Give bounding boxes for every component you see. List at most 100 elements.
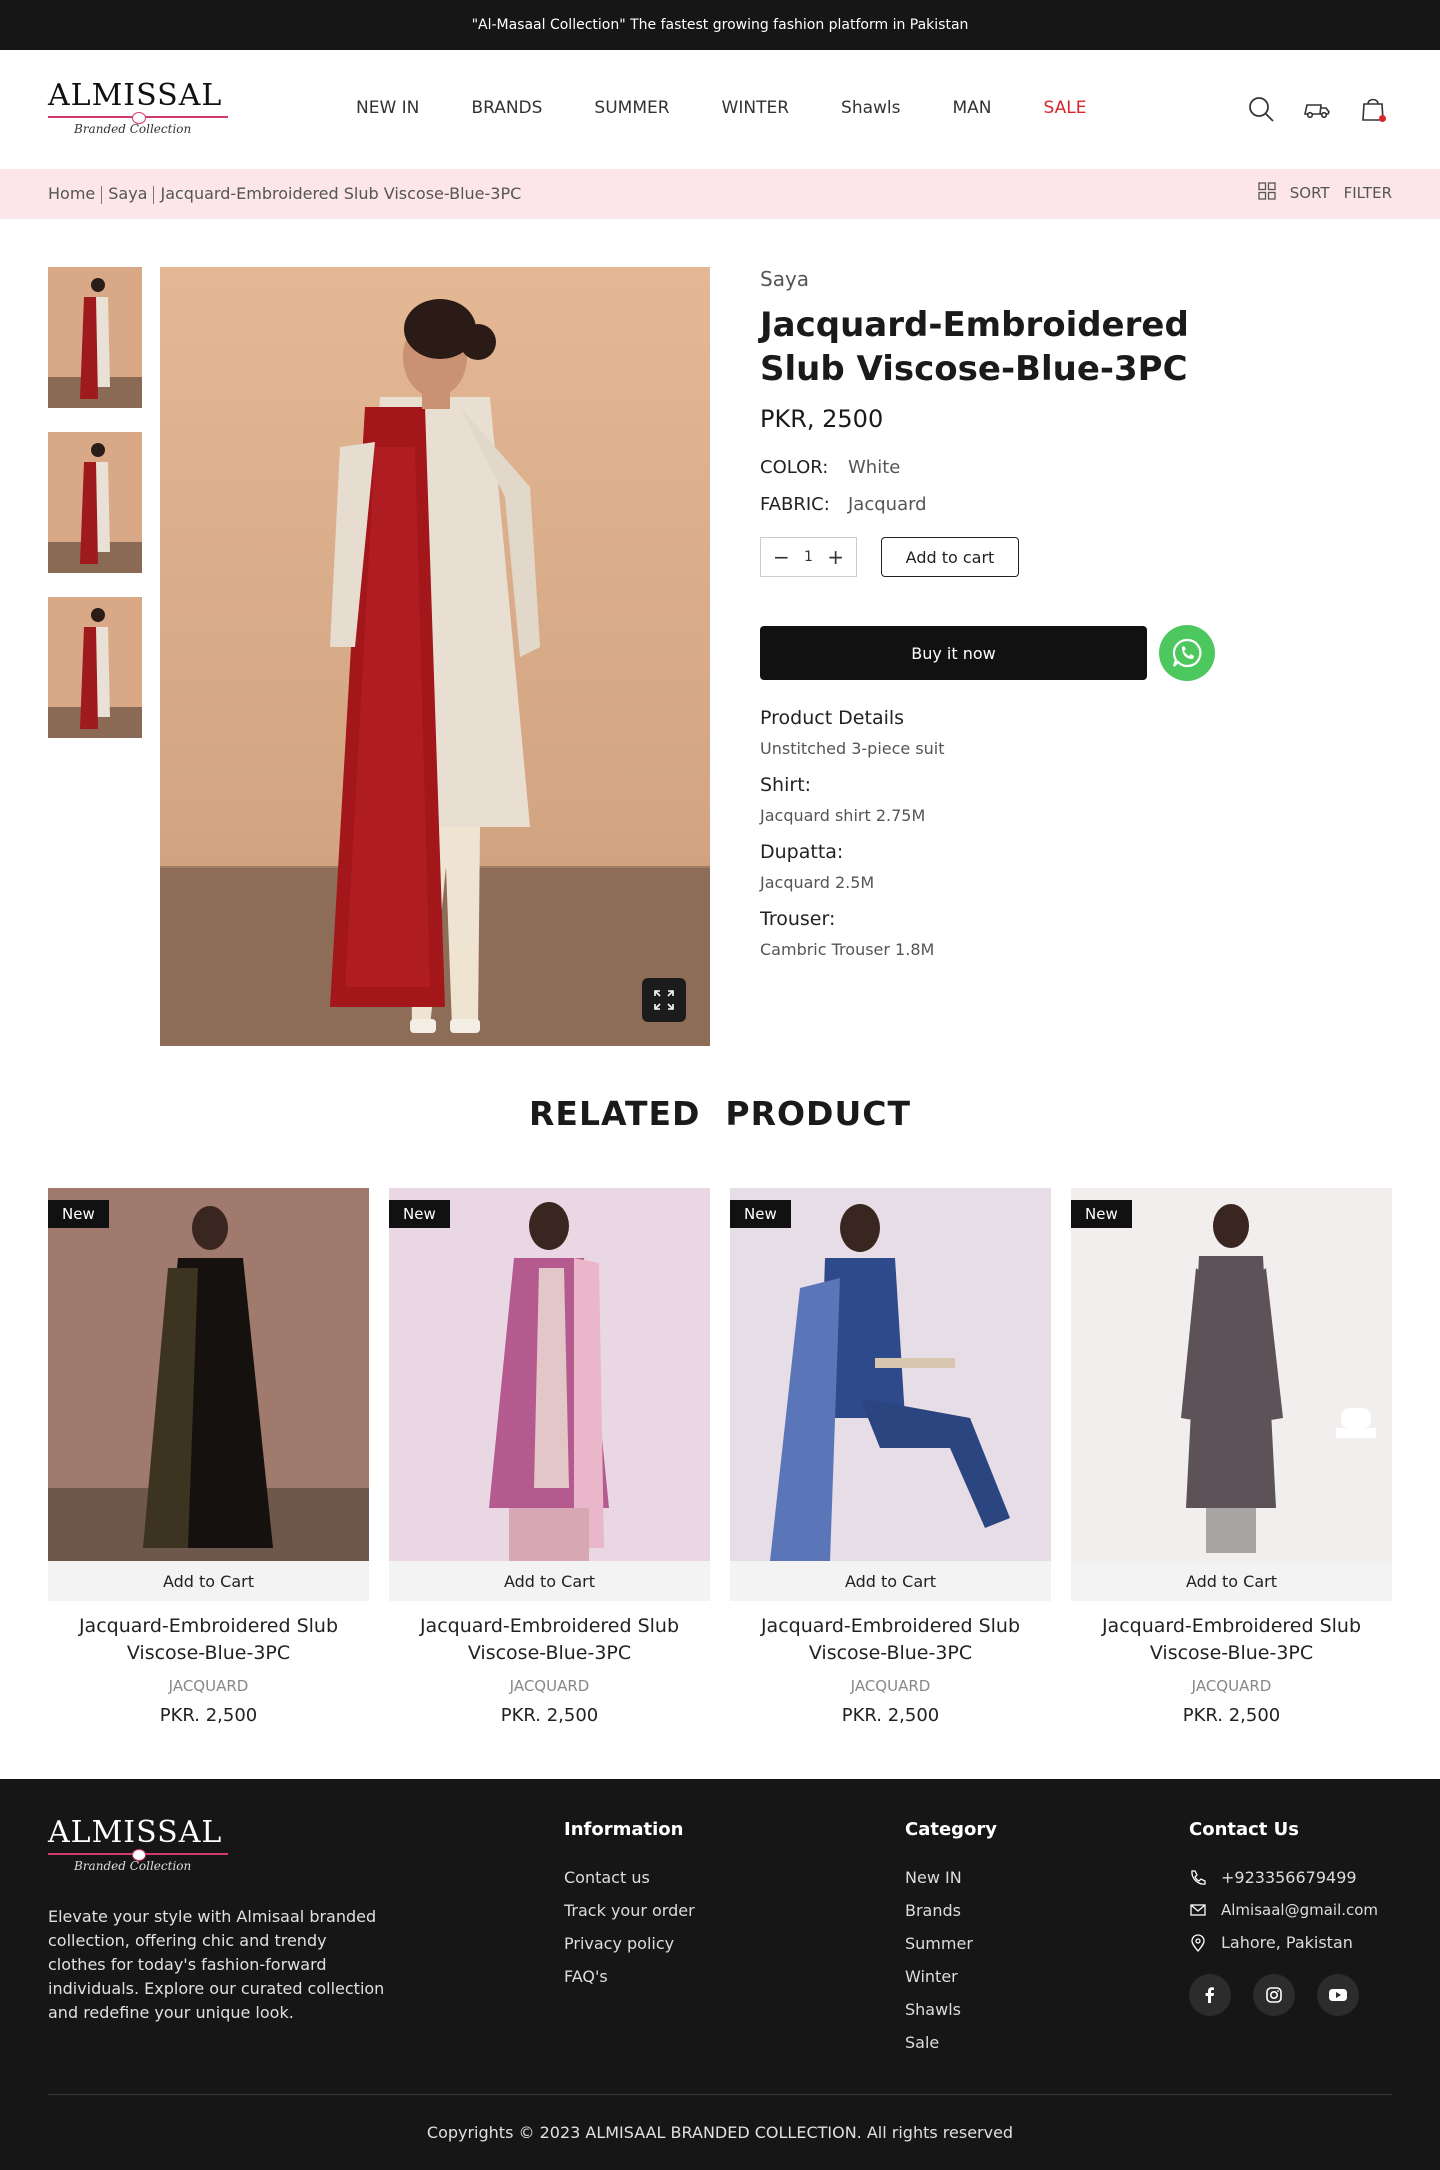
footer-information-column: Information Contact us Track your order …	[564, 1819, 695, 2000]
facebook-icon[interactable]	[1189, 1974, 1231, 2016]
fabric-attribute: FABRIC: Jacquard	[760, 494, 1320, 515]
whatsapp-icon	[1172, 638, 1202, 668]
nav-item-new-in[interactable]: NEW IN	[356, 98, 419, 118]
footer-link-privacy-policy[interactable]: Privacy policy	[564, 1934, 695, 1953]
card-product-name[interactable]: Jacquard-Embroidered Slub Viscose-Blue-3…	[48, 1613, 369, 1667]
new-badge: New	[730, 1200, 791, 1228]
trouser-value: Cambric Trouser 1.8M	[760, 940, 935, 959]
card-add-to-cart-button[interactable]: Add to Cart	[389, 1561, 710, 1601]
card-product-category: JACQUARD	[509, 1677, 590, 1695]
card-product-name[interactable]: Jacquard-Embroidered Slub Viscose-Blue-3…	[389, 1613, 710, 1667]
card-add-to-cart-button[interactable]: Add to Cart	[48, 1561, 369, 1601]
shopping-bag-icon[interactable]	[1358, 94, 1388, 124]
card-add-to-cart-button[interactable]: Add to Cart	[730, 1561, 1051, 1601]
breadcrumb-brand[interactable]: Saya	[108, 184, 147, 203]
card-add-to-cart-button[interactable]: Add to Cart	[1071, 1561, 1392, 1601]
footer-category-column: Category New IN Brands Summer Winter Sha…	[905, 1819, 997, 2066]
main-nav: NEW IN BRANDS SUMMER WINTER Shawls MAN S…	[356, 98, 1086, 118]
footer-divider	[48, 2094, 1392, 2095]
new-badge: New	[389, 1200, 450, 1228]
filter-button[interactable]: FILTER	[1344, 184, 1392, 202]
product-card[interactable]: New Add to Cart Jacquard-Embroidered Slu…	[48, 1188, 369, 1726]
card-product-category: JACQUARD	[168, 1677, 249, 1695]
new-badge: New	[48, 1200, 109, 1228]
footer-information-heading: Information	[564, 1819, 684, 1840]
social-links	[1189, 1974, 1378, 2016]
footer-phone[interactable]: +923356679499	[1189, 1868, 1378, 1887]
nav-item-sale[interactable]: SALE	[1044, 98, 1087, 118]
card-product-price: PKR. 2,500	[841, 1705, 940, 1726]
details-heading: Product Details	[760, 707, 905, 729]
footer-link-new-in[interactable]: New IN	[905, 1868, 997, 1887]
instagram-icon[interactable]	[1253, 1974, 1295, 2016]
shirt-heading: Shirt:	[760, 774, 812, 796]
trouser-heading: Trouser:	[760, 908, 836, 930]
footer-link-faqs[interactable]: FAQ's	[564, 1967, 695, 1986]
product-main-image[interactable]	[160, 267, 710, 1046]
footer-email[interactable]: Almisaal@gmail.com	[1189, 1901, 1378, 1919]
footer-location: Lahore, Pakistan	[1189, 1933, 1378, 1952]
sort-button[interactable]: SORT	[1290, 184, 1330, 202]
expand-image-button[interactable]	[642, 978, 686, 1022]
grid-view-icon[interactable]	[1258, 182, 1276, 204]
footer-logo[interactable]: ALMISSAL Branded Collection	[48, 1815, 238, 1873]
footer-location-text: Lahore, Pakistan	[1221, 1933, 1353, 1952]
footer-link-sale[interactable]: Sale	[905, 2033, 997, 2052]
footer-link-brands[interactable]: Brands	[905, 1901, 997, 1920]
footer-contact-column: Contact Us +923356679499 Almisaal@gmail.…	[1189, 1819, 1378, 2016]
product-card[interactable]: New Add to Cart Jacquard-Embroidered Slu…	[389, 1188, 710, 1726]
card-product-name[interactable]: Jacquard-Embroidered Slub Viscose-Blue-3…	[730, 1613, 1051, 1667]
card-product-price: PKR. 2,500	[500, 1705, 599, 1726]
nav-item-winter[interactable]: WINTER	[722, 98, 789, 118]
product-brand[interactable]: Saya	[760, 267, 1320, 291]
product-card-image[interactable]: New	[1071, 1188, 1392, 1561]
product-card-image[interactable]: New	[389, 1188, 710, 1561]
nav-item-man[interactable]: MAN	[953, 98, 992, 118]
product-card-image[interactable]: New	[730, 1188, 1051, 1561]
color-attribute: COLOR: White	[760, 457, 1320, 478]
youtube-icon[interactable]	[1317, 1974, 1359, 2016]
cart-indicator-dot	[1379, 115, 1386, 122]
expand-icon	[654, 990, 674, 1010]
color-label: COLOR:	[760, 457, 829, 478]
nav-item-shawls[interactable]: Shawls	[841, 98, 900, 118]
fabric-label: FABRIC:	[760, 494, 830, 515]
product-card-image[interactable]: New	[48, 1188, 369, 1561]
footer-link-contact-us[interactable]: Contact us	[564, 1868, 695, 1887]
logo-wordmark: ALMISSAL	[48, 1815, 223, 1850]
product-price: PKR, 2500	[760, 405, 884, 433]
delivery-truck-icon[interactable]	[1302, 94, 1332, 124]
product-thumbnail[interactable]	[48, 267, 142, 408]
product-thumbnail[interactable]	[48, 432, 142, 573]
decrease-quantity-button[interactable]: −	[773, 545, 790, 569]
footer-link-summer[interactable]: Summer	[905, 1934, 997, 1953]
footer-link-winter[interactable]: Winter	[905, 1967, 997, 1986]
new-badge: New	[1071, 1200, 1132, 1228]
breadcrumb-home[interactable]: Home	[48, 184, 95, 203]
nav-item-brands[interactable]: BRANDS	[471, 98, 542, 118]
buy-now-button[interactable]: Buy it now	[760, 626, 1147, 680]
header-actions	[1246, 94, 1388, 124]
color-value: White	[848, 457, 901, 478]
mail-icon	[1190, 1904, 1206, 1916]
site-logo[interactable]: ALMISSAL Branded Collection	[48, 78, 238, 136]
add-to-cart-button[interactable]: Add to cart	[881, 537, 1019, 577]
footer-link-track-order[interactable]: Track your order	[564, 1901, 695, 1920]
nav-item-summer[interactable]: SUMMER	[594, 98, 669, 118]
site-footer: ALMISSAL Branded Collection Elevate your…	[0, 1779, 1440, 2170]
product-thumbnails	[48, 267, 142, 762]
increase-quantity-button[interactable]: +	[827, 545, 844, 569]
footer-link-shawls[interactable]: Shawls	[905, 2000, 997, 2019]
product-card[interactable]: New Add to Cart Jacquard-Embroidered Slu…	[1071, 1188, 1392, 1726]
product-thumbnail[interactable]	[48, 597, 142, 738]
search-icon[interactable]	[1246, 94, 1276, 124]
quantity-value[interactable]: 1	[804, 549, 813, 565]
logo-ornament	[48, 1849, 228, 1861]
breadcrumb: Home Saya Jacquard-Embroidered Slub Viscos…	[48, 184, 521, 204]
card-product-name[interactable]: Jacquard-Embroidered Slub Viscose-Blue-3…	[1071, 1613, 1392, 1667]
whatsapp-button[interactable]	[1159, 625, 1215, 681]
copyright-text: Copyrights © 2023 ALMISAAL BRANDED COLLE…	[426, 2123, 1014, 2142]
listing-tools: SORT FILTER	[1258, 182, 1392, 204]
footer-contact-heading: Contact Us	[1189, 1819, 1300, 1840]
product-card[interactable]: New Add to Cart Jacquard-Embroidered Slu…	[730, 1188, 1051, 1726]
